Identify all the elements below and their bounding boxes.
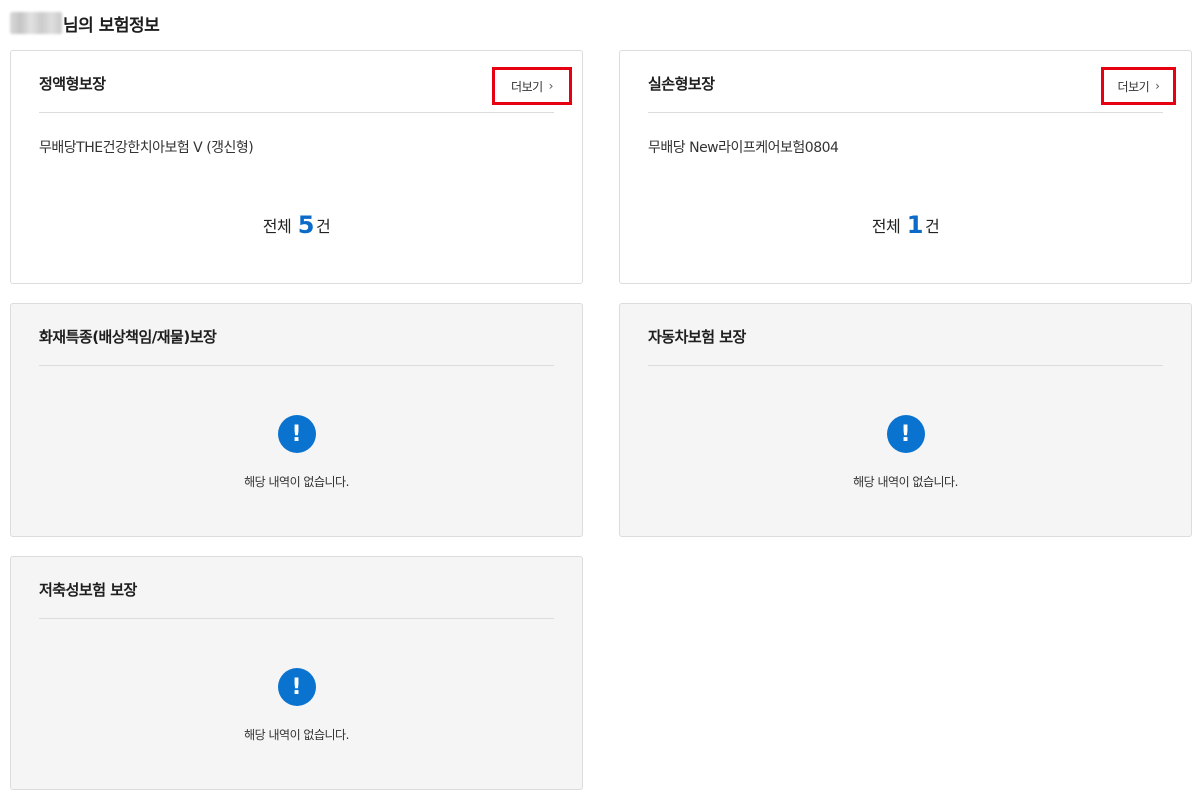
card-title: 실손형보장 xyxy=(648,75,715,93)
total-prefix: 전체 xyxy=(871,217,901,236)
divider xyxy=(39,365,554,366)
card-title: 화재특종(배상책임/재물)보장 xyxy=(39,328,217,346)
empty-message: 해당 내역이 없습니다. xyxy=(853,475,958,489)
exclamation-circle-icon: ! xyxy=(277,415,316,453)
total-prefix: 전체 xyxy=(262,217,292,236)
empty-message: 해당 내역이 없습니다. xyxy=(244,728,349,742)
exclamation-circle-icon: ! xyxy=(277,668,316,706)
more-button[interactable]: 더보기 › xyxy=(492,67,572,105)
page-header: 님의 보험정보 xyxy=(10,9,160,37)
card-title: 자동차보험 보장 xyxy=(648,328,746,346)
divider xyxy=(648,365,1163,366)
page-title: 님의 보험정보 xyxy=(63,15,160,36)
exclamation-circle-icon: ! xyxy=(886,415,925,453)
card-title: 정액형보장 xyxy=(39,75,106,93)
more-label: 더보기 xyxy=(511,79,543,94)
masked-user-name xyxy=(10,12,62,34)
total-count: 전체 5건 xyxy=(11,211,582,239)
total-suffix: 건 xyxy=(316,217,331,236)
total-count: 전체 1건 xyxy=(620,211,1191,239)
policy-name: 무배당 New라이프케어보험0804 xyxy=(648,140,839,156)
indemnity-coverage-card: 실손형보장 더보기 › 무배당 New라이프케어보험0804 전체 1건 xyxy=(619,50,1192,284)
card-title: 저축성보험 보장 xyxy=(39,581,137,599)
fire-coverage-card: 화재특종(배상책임/재물)보장 ! 해당 내역이 없습니다. xyxy=(10,303,583,537)
divider xyxy=(648,112,1163,113)
total-suffix: 건 xyxy=(925,217,940,236)
count-value: 1 xyxy=(906,211,924,239)
chevron-right-icon: › xyxy=(548,79,554,93)
count-value: 5 xyxy=(297,211,315,239)
auto-coverage-card: 자동차보험 보장 ! 해당 내역이 없습니다. xyxy=(619,303,1192,537)
more-button[interactable]: 더보기 › xyxy=(1101,67,1176,105)
fixed-coverage-card: 정액형보장 더보기 › 무배당THE건강한치아보험 V (갱신형) 전체 5건 xyxy=(10,50,583,284)
empty-message: 해당 내역이 없습니다. xyxy=(244,475,349,489)
divider xyxy=(39,112,554,113)
chevron-right-icon: › xyxy=(1155,79,1160,93)
divider xyxy=(39,618,554,619)
policy-name: 무배당THE건강한치아보험 V (갱신형) xyxy=(39,140,254,156)
more-label: 더보기 xyxy=(1117,79,1150,94)
savings-coverage-card: 저축성보험 보장 ! 해당 내역이 없습니다. xyxy=(10,556,583,790)
